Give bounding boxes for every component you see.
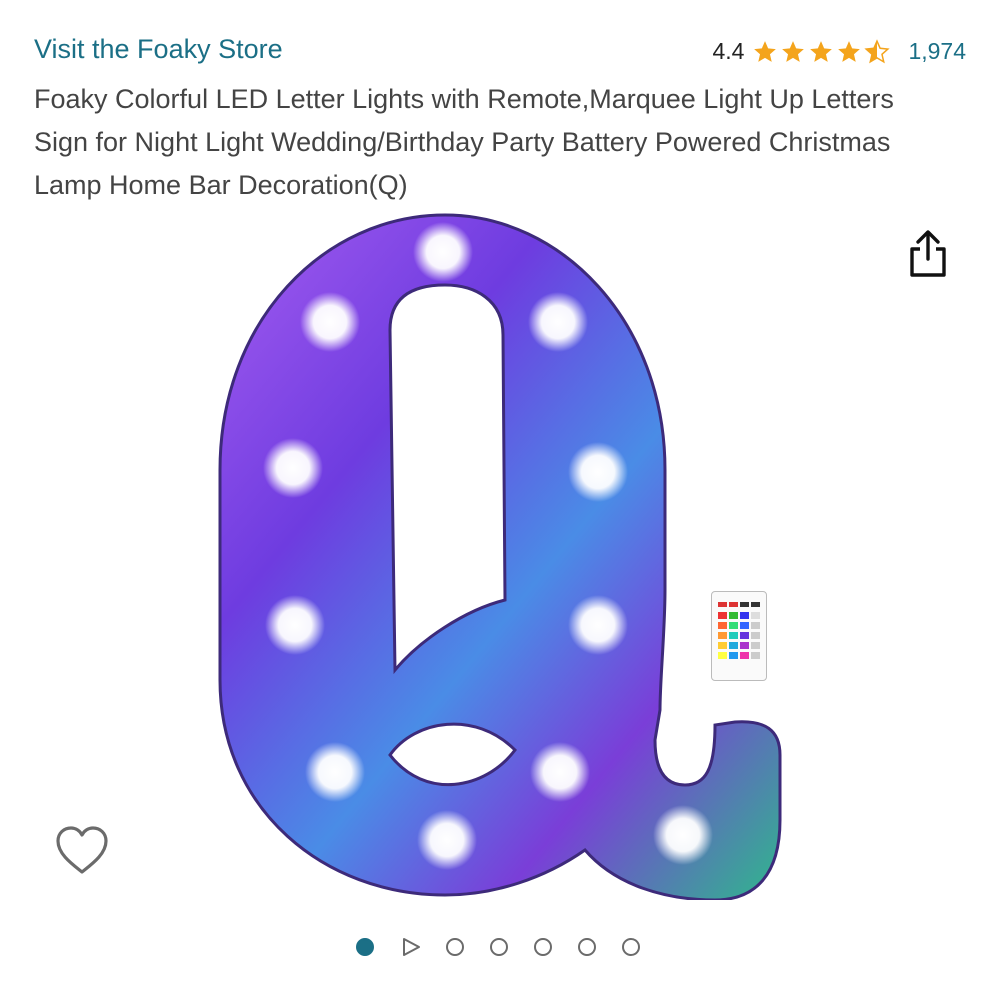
rating-count[interactable]: 1,974 [908,38,966,65]
remote-control-image [711,591,767,681]
star-icon [754,40,777,62]
share-icon[interactable] [904,229,952,281]
star-icon [810,40,833,62]
product-image[interactable] [215,210,785,900]
pager-dot-active[interactable] [356,938,374,956]
star-icon [838,40,861,62]
star-icon [782,40,805,62]
image-pager [356,936,666,958]
pager-dot[interactable] [578,938,596,956]
pager-dot[interactable] [490,938,508,956]
play-icon[interactable] [400,936,422,958]
heart-icon[interactable] [54,824,110,876]
store-link[interactable]: Visit the Foaky Store [34,34,283,65]
remote-buttons [718,602,760,659]
rating-summary[interactable]: 4.4 1,974 [712,38,966,65]
product-title: Foaky Colorful LED Letter Lights with Re… [34,84,894,200]
rating-value: 4.4 [712,38,745,64]
rating-stars [752,38,892,65]
pager-dot[interactable] [622,938,640,956]
pager-dot[interactable] [446,938,464,956]
pager-dot[interactable] [534,938,552,956]
half-star-icon [864,38,891,63]
